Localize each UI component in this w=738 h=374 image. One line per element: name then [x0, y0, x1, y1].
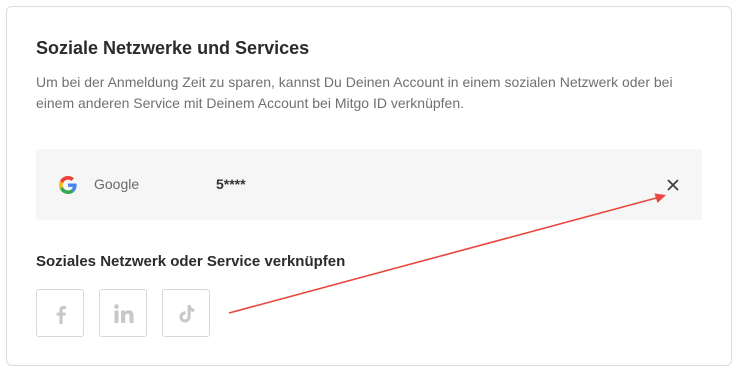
close-icon — [667, 179, 679, 191]
facebook-icon — [56, 306, 66, 324]
connect-linkedin-button[interactable] — [99, 289, 147, 337]
connect-facebook-button[interactable] — [36, 289, 84, 337]
section-title: Soziale Netzwerke und Services — [36, 38, 310, 58]
unlink-button[interactable] — [663, 175, 683, 195]
tiktok-icon — [179, 305, 195, 323]
provider-name: Google — [94, 176, 140, 192]
connect-title: Soziales Netzwerk oder Service verknüpfe… — [36, 253, 346, 270]
section-description: Um bei der Anmeldung Zeit zu sparen, kan… — [36, 74, 673, 111]
linked-account-row: Google 5**** — [36, 149, 702, 220]
account-id: 5**** — [216, 176, 246, 192]
connect-tiktok-button[interactable] — [162, 289, 210, 337]
google-icon — [59, 176, 77, 194]
linkedin-icon — [114, 304, 134, 323]
